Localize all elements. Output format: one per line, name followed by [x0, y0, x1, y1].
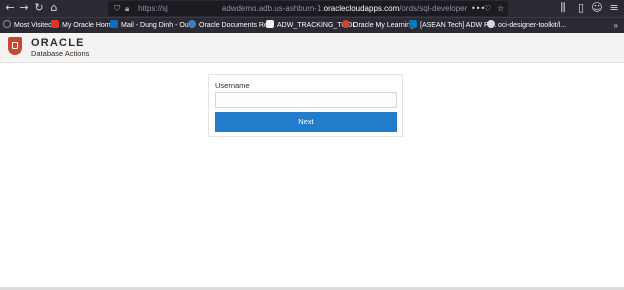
- bookmark-label: Most Visited: [14, 22, 52, 29]
- globe-icon: [188, 20, 196, 28]
- chevron-double-right-icon[interactable]: »: [614, 20, 618, 32]
- login-card: Username Next: [208, 74, 403, 137]
- github-icon: [487, 20, 495, 28]
- bookmark-oci-designer-toolkit[interactable]: oci-designer-toolkit/l...: [487, 20, 566, 32]
- outlook-icon: [110, 20, 118, 28]
- bookmark-my-oracle-home[interactable]: My Oracle Home: [51, 20, 115, 32]
- oracle-icon: [51, 20, 59, 28]
- username-input[interactable]: [215, 92, 397, 108]
- trello-icon: [409, 20, 417, 28]
- browser-nav-bar: ← → ↻ ⌂ ⛉ 🔒︎ https://sj adwdemo.adb.us-as…: [0, 0, 624, 17]
- bookmark-oracle-documents[interactable]: Oracle Documents Re...: [188, 20, 274, 32]
- page-icon: [266, 20, 274, 28]
- bookmark-label: Mail - Dung Dinh - Ou...: [121, 22, 195, 29]
- url-domain: oraclecloudapps.com: [323, 4, 400, 13]
- product-name: Database Actions: [31, 49, 90, 58]
- lock-icon[interactable]: 🔒︎: [125, 1, 129, 16]
- app-header: ORACLE Database Actions: [0, 33, 624, 63]
- bookmark-mail[interactable]: Mail - Dung Dinh - Ou...: [110, 20, 195, 32]
- back-arrow-icon[interactable]: ←: [3, 1, 17, 15]
- oracle-icon: [342, 20, 350, 28]
- oracle-shield-icon: [8, 37, 22, 55]
- bookmark-label: My Oracle Home: [62, 22, 115, 29]
- bookmark-most-visited[interactable]: Most Visited: [3, 20, 52, 32]
- bookmark-asean-tech[interactable]: [ASEAN Tech] ADW Pr...: [409, 20, 497, 32]
- home-icon[interactable]: ⌂: [47, 1, 61, 15]
- address-bar[interactable]: ⛉ 🔒︎ https://sj adwdemo.adb.us-ashburn-1.…: [108, 1, 508, 16]
- bookmark-label: Oracle My Learning: [353, 22, 415, 29]
- menu-icon[interactable]: ≡: [607, 1, 621, 15]
- bookmark-star-icon[interactable]: ☆: [497, 1, 504, 16]
- bookmark-label: oci-designer-toolkit/l...: [498, 22, 567, 29]
- library-icon[interactable]: ⫼: [556, 1, 570, 15]
- shield-icon[interactable]: ⛉: [114, 1, 120, 16]
- bookmark-label: [ASEAN Tech] ADW Pr...: [420, 22, 497, 29]
- url-path: /ords/sql-developer: [399, 4, 468, 13]
- url-subdomain: adwdemo.adb.us-ashburn-1.: [221, 4, 324, 13]
- bookmark-oracle-my-learning[interactable]: Oracle My Learning: [342, 20, 414, 32]
- username-label: Username: [215, 81, 250, 90]
- forward-arrow-icon[interactable]: →: [17, 1, 31, 15]
- reload-icon[interactable]: ↻: [32, 1, 46, 15]
- gear-icon: [3, 20, 11, 28]
- brand-name: ORACLE: [31, 37, 85, 49]
- bookmark-label: Oracle Documents Re...: [199, 22, 274, 29]
- url-text[interactable]: https://sj adwdemo.adb.us-ashburn-1.oracl…: [138, 1, 467, 16]
- sidebar-icon[interactable]: ▯: [574, 1, 588, 15]
- pocket-icon[interactable]: ♡: [484, 1, 491, 16]
- bookmarks-toolbar: Most Visited My Oracle Home Mail - Dung …: [0, 17, 624, 33]
- next-button[interactable]: Next: [215, 112, 397, 132]
- account-icon[interactable]: ☺: [590, 1, 604, 15]
- url-prefix: https://sj: [138, 4, 168, 13]
